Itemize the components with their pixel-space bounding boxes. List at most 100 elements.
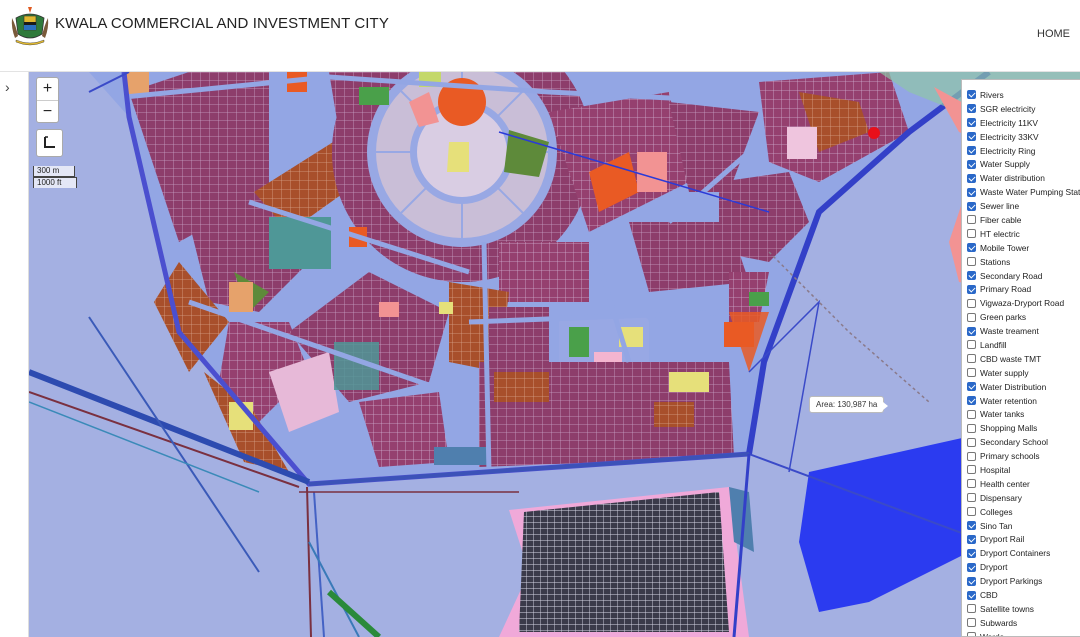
layer-checkbox[interactable] (967, 326, 976, 336)
layer-checkbox[interactable] (967, 534, 976, 544)
layer-item[interactable]: Colleges (962, 505, 1080, 519)
layer-checkbox[interactable] (967, 118, 976, 128)
area-measure-tooltip: Area: 130,987 ha (809, 396, 889, 413)
layer-item[interactable]: Waste Water Pumping Station (962, 185, 1080, 199)
layer-label: Dryport Rail (980, 534, 1025, 545)
layer-label: Mobile Tower (980, 242, 1030, 253)
layer-checkbox[interactable] (967, 132, 976, 142)
layer-item[interactable]: Waste treament (962, 324, 1080, 338)
layer-checkbox[interactable] (967, 507, 976, 517)
layer-item[interactable]: Wards (962, 630, 1080, 636)
layer-item[interactable]: Electricity 11KV (962, 116, 1080, 130)
coat-of-arms-logo (11, 7, 49, 46)
layer-item[interactable]: Dryport Containers (962, 546, 1080, 560)
layer-checkbox[interactable] (967, 215, 976, 225)
layer-checkbox[interactable] (967, 271, 976, 281)
layer-item[interactable]: Water retention (962, 394, 1080, 408)
layer-checkbox[interactable] (967, 396, 976, 406)
layer-item[interactable]: Secondary Road (962, 269, 1080, 283)
layer-checkbox[interactable] (967, 173, 976, 183)
layer-item[interactable]: Water Supply (962, 157, 1080, 171)
layer-checkbox[interactable] (967, 243, 976, 253)
scale-bar-imperial: 1000 ft (33, 177, 77, 188)
layer-item[interactable]: Landfill (962, 338, 1080, 352)
layer-item[interactable]: CBD (962, 588, 1080, 602)
layer-checkbox[interactable] (967, 423, 976, 433)
layer-item[interactable]: Dispensary (962, 491, 1080, 505)
layer-checkbox[interactable] (967, 562, 976, 572)
layer-item[interactable]: Stations (962, 255, 1080, 269)
layer-item[interactable]: Dryport Rail (962, 533, 1080, 547)
layer-item[interactable]: Electricity Ring (962, 144, 1080, 158)
layer-item[interactable]: Health center (962, 477, 1080, 491)
layer-item[interactable]: Shopping Malls (962, 421, 1080, 435)
layer-item[interactable]: Primary Road (962, 282, 1080, 296)
layer-item[interactable]: Mobile Tower (962, 241, 1080, 255)
layer-checkbox[interactable] (967, 437, 976, 447)
layer-checkbox[interactable] (967, 382, 976, 392)
layer-checkbox[interactable] (967, 201, 976, 211)
layer-checkbox[interactable] (967, 590, 976, 600)
layer-item[interactable]: Sino Tan (962, 519, 1080, 533)
layer-checkbox[interactable] (967, 409, 976, 419)
layer-item[interactable]: Satellite towns (962, 602, 1080, 616)
layer-item[interactable]: Vigwaza-Dryport Road (962, 296, 1080, 310)
layer-checkbox[interactable] (967, 451, 976, 461)
layer-item[interactable]: Water distribution (962, 171, 1080, 185)
layer-label: Water tanks (980, 409, 1025, 420)
layer-item[interactable]: Water supply (962, 366, 1080, 380)
layer-item[interactable]: Secondary School (962, 435, 1080, 449)
layer-checkbox[interactable] (967, 548, 976, 558)
layer-checkbox[interactable] (967, 368, 976, 378)
layer-checkbox[interactable] (967, 159, 976, 169)
layer-item[interactable]: Water tanks (962, 407, 1080, 421)
layer-item[interactable]: SGR electricity (962, 102, 1080, 116)
layer-label: Waste Water Pumping Station (980, 187, 1080, 198)
draw-polygon-button[interactable] (36, 129, 63, 157)
layer-checkbox[interactable] (967, 229, 976, 239)
layer-item[interactable]: Dryport Parkings (962, 574, 1080, 588)
chevron-right-icon[interactable]: › (5, 80, 10, 94)
nav-home-link[interactable]: HOME (1037, 28, 1070, 40)
sidebar-rail: › (0, 72, 29, 637)
layer-label: Primary Road (980, 284, 1032, 295)
layer-checkbox[interactable] (967, 493, 976, 503)
layer-label: Hospital (980, 464, 1011, 475)
layer-item[interactable]: Sewer line (962, 199, 1080, 213)
layer-item[interactable]: Electricity 33KV (962, 130, 1080, 144)
layer-item[interactable]: HT electric (962, 227, 1080, 241)
layer-item[interactable]: Water Distribution (962, 380, 1080, 394)
layer-checkbox[interactable] (967, 340, 976, 350)
layer-item[interactable]: Rivers (962, 88, 1080, 102)
layer-checkbox[interactable] (967, 312, 976, 322)
layer-checkbox[interactable] (967, 104, 976, 114)
layer-checkbox[interactable] (967, 298, 976, 308)
layer-checkbox[interactable] (967, 521, 976, 531)
layer-checkbox[interactable] (967, 618, 976, 628)
layer-item[interactable]: CBD waste TMT (962, 352, 1080, 366)
layer-checkbox[interactable] (967, 604, 976, 614)
layer-checkbox[interactable] (967, 465, 976, 475)
layer-checkbox[interactable] (967, 354, 976, 364)
layer-item[interactable]: Subwards (962, 616, 1080, 630)
layer-label: SGR electricity (980, 103, 1036, 114)
layer-checkbox[interactable] (967, 187, 976, 197)
layer-checkbox[interactable] (967, 632, 976, 636)
layer-label: Electricity 11KV (980, 117, 1039, 128)
layer-item[interactable]: Fiber cable (962, 213, 1080, 227)
layer-item[interactable]: Dryport (962, 560, 1080, 574)
zoom-in-button[interactable]: + (37, 78, 58, 100)
layer-label: Water Distribution (980, 381, 1047, 392)
map-view[interactable]: + − 300 m 1000 ft Area: 130,987 ha (29, 72, 1080, 637)
layer-checkbox[interactable] (967, 146, 976, 155)
layer-checkbox[interactable] (967, 479, 976, 489)
layer-checkbox[interactable] (967, 576, 976, 586)
layer-item[interactable]: Hospital (962, 463, 1080, 477)
zoom-out-button[interactable]: − (37, 100, 58, 122)
layer-checkbox[interactable] (967, 90, 976, 100)
layer-item[interactable]: Green parks (962, 310, 1080, 324)
layer-checkbox[interactable] (967, 284, 976, 294)
layer-checkbox[interactable] (967, 257, 976, 267)
map-canvas[interactable] (29, 72, 1080, 637)
layer-item[interactable]: Primary schools (962, 449, 1080, 463)
